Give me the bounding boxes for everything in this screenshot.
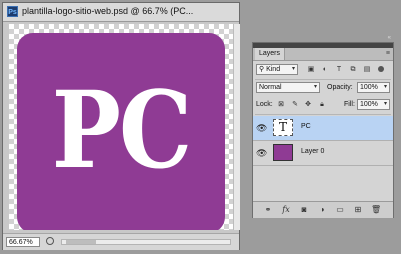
chevron-down-icon: ▾ <box>313 84 317 90</box>
scrollbar-thumb[interactable] <box>66 240 96 244</box>
lock-transparency-icon[interactable]: ⊠ <box>277 101 285 109</box>
lock-all-icon[interactable]: 🔒︎ <box>318 101 326 109</box>
panel-footer: ⚭ fx ◙ ◑ ▭ ⊞ 🗑︎ <box>253 201 393 218</box>
zoom-input[interactable]: 66.67% <box>6 237 40 247</box>
fill-value: 100% <box>360 101 378 108</box>
kind-select[interactable]: ⚲ Kind ▾ <box>256 64 298 75</box>
trash-icon[interactable]: 🗑︎ <box>371 205 381 215</box>
fill-label: Fill: <box>344 101 355 108</box>
document-title: plantilla-logo-sitio-web.psd @ 66.7% (PC… <box>22 6 194 16</box>
blend-row: Normal ▾ Opacity: 100% ▾ <box>253 81 393 94</box>
lock-position-icon[interactable]: ✥ <box>304 101 312 109</box>
text-layer-thumbnail: T <box>273 119 293 136</box>
adjustment-icon[interactable]: ◑ <box>317 205 327 215</box>
canvas[interactable]: PC <box>9 24 233 230</box>
chevron-down-icon: ▾ <box>383 101 387 107</box>
image-layer-thumbnail <box>273 144 293 161</box>
document-window: Ps plantilla-logo-sitio-web.psd @ 66.7% … <box>2 2 240 250</box>
eye-icon[interactable]: 👁︎ <box>256 148 267 158</box>
logo-text: PC <box>51 68 192 193</box>
chevron-down-icon: ▾ <box>291 66 295 72</box>
opacity-value: 100% <box>360 84 378 91</box>
filter-toggle-icon[interactable] <box>378 66 384 72</box>
filter-smart-icon[interactable]: ▤ <box>363 66 371 74</box>
divider <box>255 114 391 115</box>
layer-row-image[interactable]: 👁︎ Layer 0 <box>253 141 393 166</box>
filter-type-icon[interactable]: T <box>335 66 343 74</box>
tab-layers[interactable]: Layers <box>255 48 286 60</box>
panel-menu-icon[interactable]: ≡ <box>386 49 390 59</box>
photoshop-icon: Ps <box>7 6 18 17</box>
layer-name: Layer 0 <box>301 148 325 155</box>
lock-row: Lock: ⊠ ✎ ✥ 🔒︎ Fill: 100% ▾ <box>253 98 393 111</box>
filter-adjustment-icon[interactable]: ◐ <box>321 66 329 74</box>
tab-row: Layers ≡ <box>253 48 393 61</box>
opacity-label: Opacity: <box>327 84 353 91</box>
opacity-input[interactable]: 100% ▾ <box>357 82 390 93</box>
fill-input[interactable]: 100% ▾ <box>357 99 390 110</box>
eye-icon[interactable]: 👁︎ <box>256 123 267 133</box>
status-bar: 66.67% <box>3 233 239 250</box>
kind-label: Kind <box>266 66 281 73</box>
blend-mode-value: Normal <box>259 84 282 91</box>
filter-pixel-icon[interactable]: ▣ <box>307 66 315 74</box>
lock-pixels-icon[interactable]: ✎ <box>291 101 299 109</box>
collapse-icon[interactable]: « <box>388 35 391 41</box>
filter-shape-icon[interactable]: ⧉ <box>349 66 357 74</box>
fx-icon[interactable]: fx <box>281 205 291 215</box>
filter-row: ⚲ Kind ▾ ▣ ◐ T ⧉ ▤ <box>253 63 393 76</box>
lock-label: Lock: <box>256 101 273 108</box>
mask-icon[interactable]: ◙ <box>299 205 309 215</box>
logo-shape: PC <box>17 33 225 230</box>
vertical-scrollbar[interactable] <box>233 24 240 230</box>
new-layer-icon[interactable]: ⊞ <box>353 205 363 215</box>
layer-name: PC <box>301 123 311 130</box>
layer-row-text[interactable]: 👁︎ T PC <box>253 116 393 141</box>
status-icon[interactable] <box>46 237 54 245</box>
horizontal-scrollbar[interactable] <box>61 239 231 245</box>
layers-panel: « Layers ≡ ⚲ Kind ▾ ▣ ◐ T ⧉ ▤ Normal ▾ O… <box>252 35 394 218</box>
chevron-down-icon: ▾ <box>383 84 387 90</box>
blend-mode-select[interactable]: Normal ▾ <box>256 82 320 93</box>
folder-icon[interactable]: ▭ <box>335 205 345 215</box>
divider <box>255 79 391 80</box>
link-icon[interactable]: ⚭ <box>263 205 273 215</box>
document-tab[interactable]: Ps plantilla-logo-sitio-web.psd @ 66.7% … <box>3 3 239 22</box>
